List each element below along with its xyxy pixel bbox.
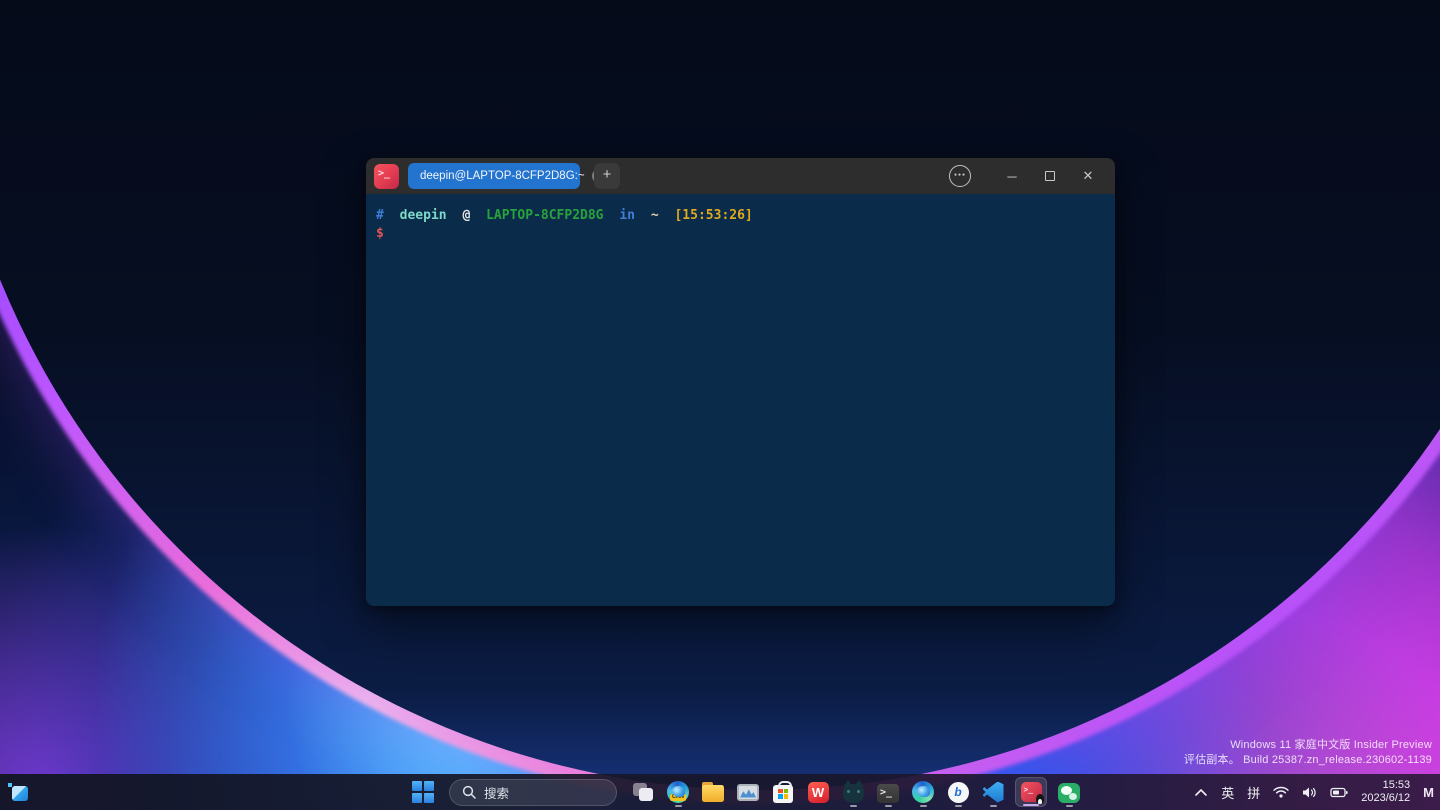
tab-title: deepin@LAPTOP-8CFP2D8G:~ (420, 170, 585, 182)
tray-chevron-up-icon[interactable] (1194, 788, 1208, 797)
start-button[interactable] (410, 777, 436, 807)
taskbar-app-file-explorer[interactable] (700, 777, 726, 807)
running-indicator (850, 805, 857, 808)
active-running-indicator (1023, 804, 1039, 807)
clock-time: 15:53 (1361, 779, 1410, 792)
terminal-content[interactable]: # deepin @ LAPTOP-8CFP2D8G in ~ [15:53:2… (366, 194, 1115, 606)
prompt-timestamp: [15:53:26] (674, 208, 752, 223)
taskbar-app-github-desktop[interactable] (840, 777, 866, 807)
taskbar-app-deepin-terminal[interactable]: >_ (1015, 777, 1047, 807)
vscode-icon (983, 782, 1004, 803)
taskbar-app-windows-terminal[interactable]: >_ (875, 777, 901, 807)
running-indicator (920, 805, 927, 808)
prompt-host: LAPTOP-8CFP2D8G (486, 208, 603, 223)
widgets-icon (8, 783, 28, 801)
photos-icon (737, 784, 759, 801)
running-indicator (1066, 805, 1073, 808)
search-icon (462, 785, 476, 799)
search-placeholder-text: 搜索 (484, 783, 509, 802)
running-indicator (990, 805, 997, 808)
terminal-cursor-line: $ (376, 226, 1105, 241)
taskbar-app-edge-canary[interactable]: CAN (665, 777, 691, 807)
edge-canary-icon: CAN (667, 781, 689, 803)
microsoft-store-icon (773, 785, 793, 803)
taskbar-app-microsoft-store[interactable] (770, 777, 796, 807)
speaker-icon[interactable] (1302, 786, 1317, 799)
taskbar-app-wechat[interactable] (1056, 777, 1082, 807)
maximize-button[interactable] (1031, 161, 1069, 191)
bing-icon: b (948, 782, 969, 803)
prompt-glyph: >_ (378, 168, 390, 179)
prompt-at: @ (462, 208, 470, 223)
taskbar-app-vscode[interactable] (980, 777, 1006, 807)
taskbar-corner-widgets-button[interactable] (8, 783, 28, 801)
taskbar-search-box[interactable]: 搜索 (449, 779, 617, 806)
terminal-tab[interactable]: deepin@LAPTOP-8CFP2D8G:~ ✕ (408, 163, 580, 189)
wechat-icon (1058, 783, 1080, 803)
running-indicator (955, 805, 962, 808)
notification-icon[interactable]: M (1423, 785, 1434, 800)
tux-penguin-badge (1036, 794, 1044, 804)
minimize-button[interactable]: ─ (993, 161, 1031, 191)
close-button[interactable]: ✕ (1069, 161, 1107, 191)
task-view-icon (633, 783, 653, 801)
prompt-user: deepin (400, 208, 447, 223)
file-explorer-icon (702, 785, 724, 802)
taskbar-clock[interactable]: 15:53 2023/6/12 (1361, 779, 1410, 805)
running-indicator (885, 805, 892, 808)
wifi-icon[interactable] (1273, 786, 1289, 798)
watermark-line-2: 评估副本。 Build 25387.zn_release.230602-1139 (1184, 753, 1432, 768)
canary-badge: CAN (670, 794, 686, 801)
task-view-button[interactable] (630, 777, 656, 807)
prompt-path: ~ (651, 208, 659, 223)
prompt-hash: # (376, 208, 384, 223)
octocat-icon (843, 784, 864, 803)
ime-english-indicator[interactable]: 英 (1221, 783, 1234, 802)
prompt-dollar: $ (376, 226, 384, 241)
taskbar: 搜索 CAN W (0, 774, 1440, 810)
terminal-window: >_ deepin@LAPTOP-8CFP2D8G:~ ✕ + ●●● ─ ✕ … (366, 158, 1115, 606)
insider-watermark: Windows 11 家庭中文版 Insider Preview 评估副本。 B… (1184, 738, 1432, 768)
window-menu-button[interactable]: ●●● (949, 165, 971, 187)
taskbar-app-bing[interactable]: b (945, 777, 971, 807)
new-tab-button[interactable]: + (594, 163, 620, 189)
deepin-terminal-app-icon: >_ (374, 164, 399, 189)
clock-date: 2023/6/12 (1361, 792, 1410, 805)
prompt-in: in (619, 208, 635, 223)
ime-pinyin-indicator[interactable]: 拼 (1247, 783, 1260, 802)
windows-logo-icon (412, 781, 434, 803)
running-indicator (675, 805, 682, 808)
terminal-prompt-line: # deepin @ LAPTOP-8CFP2D8G in ~ [15:53:2… (376, 208, 1105, 223)
battery-icon[interactable] (1330, 787, 1348, 798)
wps-office-icon: W (808, 782, 829, 803)
maximize-icon (1045, 171, 1055, 181)
windows-terminal-icon: >_ (877, 784, 899, 803)
taskbar-app-wps-office[interactable]: W (805, 777, 831, 807)
microsoft-edge-icon (912, 781, 934, 803)
window-titlebar[interactable]: >_ deepin@LAPTOP-8CFP2D8G:~ ✕ + ●●● ─ ✕ (366, 158, 1115, 194)
taskbar-app-microsoft-edge[interactable] (910, 777, 936, 807)
taskbar-app-photos[interactable] (735, 777, 761, 807)
deepin-terminal-icon: >_ (1021, 782, 1042, 802)
watermark-line-1: Windows 11 家庭中文版 Insider Preview (1184, 738, 1432, 753)
